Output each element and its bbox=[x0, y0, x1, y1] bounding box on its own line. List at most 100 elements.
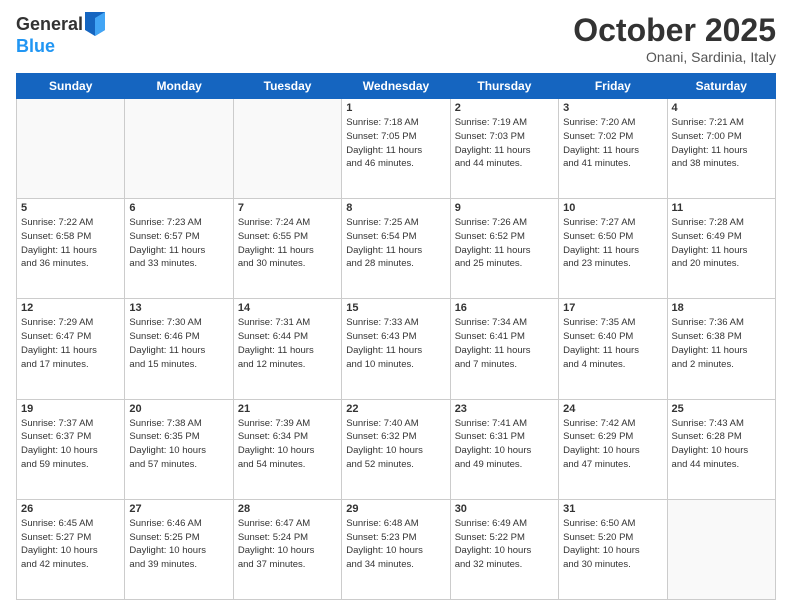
day-number: 2 bbox=[455, 102, 554, 114]
weekday-header-row: SundayMondayTuesdayWednesdayThursdayFrid… bbox=[17, 74, 776, 99]
calendar-day-cell bbox=[17, 99, 125, 199]
day-info: Sunrise: 7:31 AM Sunset: 6:44 PM Dayligh… bbox=[238, 316, 337, 371]
day-info: Sunrise: 7:41 AM Sunset: 6:31 PM Dayligh… bbox=[455, 417, 554, 472]
weekday-header: Saturday bbox=[667, 74, 775, 99]
day-info: Sunrise: 7:34 AM Sunset: 6:41 PM Dayligh… bbox=[455, 316, 554, 371]
page: General Blue October 2025 Onani, Sardini… bbox=[0, 0, 792, 612]
calendar-day-cell: 15Sunrise: 7:33 AM Sunset: 6:43 PM Dayli… bbox=[342, 299, 450, 399]
calendar-day-cell: 6 Sunrise: 7:23 AM Sunset: 6:57 PM Daylig… bbox=[125, 199, 233, 299]
calendar-week-row: 19 Sunrise: 7:37 AM Sunset: 6:37 PM Dayli… bbox=[17, 399, 776, 499]
day-info: Sunrise: 7:25 AM Sunset: 6:54 PM Dayligh… bbox=[346, 216, 445, 271]
day-number: 28 bbox=[238, 503, 337, 515]
day-info: Sunrise: 7:38 AM Sunset: 6:35 PM Dayligh… bbox=[129, 417, 228, 472]
weekday-header: Sunday bbox=[17, 74, 125, 99]
calendar-day-cell: 21 Sunrise: 7:39 AM Sunset: 6:34 PM Dayli… bbox=[233, 399, 341, 499]
day-info: Sunrise: 6:46 AM Sunset: 5:25 PM Dayligh… bbox=[129, 517, 228, 572]
day-info: Sunrise: 7:36 AM Sunset: 6:38 PM Dayligh… bbox=[672, 316, 771, 371]
day-info: Sunrise: 7:40 AM Sunset: 6:32 PM Dayligh… bbox=[346, 417, 445, 472]
calendar-day-cell: 10 Sunrise: 7:27 AM Sunset: 6:50 PM Dayli… bbox=[559, 199, 667, 299]
calendar-day-cell: 4 Sunrise: 7:21 AM Sunset: 7:00 PM Daylig… bbox=[667, 99, 775, 199]
logo-icon bbox=[85, 12, 105, 36]
header: General Blue October 2025 Onani, Sardini… bbox=[16, 12, 776, 65]
calendar-day-cell: 28Sunrise: 6:47 AM Sunset: 5:24 PM Dayli… bbox=[233, 499, 341, 599]
day-number: 1 bbox=[346, 102, 445, 114]
day-info: Sunrise: 7:18 AM Sunset: 7:05 PM Dayligh… bbox=[346, 116, 445, 171]
day-number: 23 bbox=[455, 403, 554, 415]
calendar-day-cell: 11 Sunrise: 7:28 AM Sunset: 6:49 PM Dayli… bbox=[667, 199, 775, 299]
day-number: 16 bbox=[455, 302, 554, 314]
day-number: 9 bbox=[455, 202, 554, 214]
day-number: 15 bbox=[346, 302, 445, 314]
calendar-day-cell: 26 Sunrise: 6:45 AM Sunset: 5:27 PM Dayli… bbox=[17, 499, 125, 599]
day-number: 11 bbox=[672, 202, 771, 214]
location-title: Onani, Sardinia, Italy bbox=[573, 49, 776, 65]
calendar-day-cell: 25 Sunrise: 7:43 AM Sunset: 6:28 PM Dayli… bbox=[667, 399, 775, 499]
calendar-day-cell: 22 Sunrise: 7:40 AM Sunset: 6:32 PM Dayli… bbox=[342, 399, 450, 499]
day-info: Sunrise: 7:28 AM Sunset: 6:49 PM Dayligh… bbox=[672, 216, 771, 271]
calendar-day-cell: 14 Sunrise: 7:31 AM Sunset: 6:44 PM Dayli… bbox=[233, 299, 341, 399]
day-info: Sunrise: 7:20 AM Sunset: 7:02 PM Dayligh… bbox=[563, 116, 662, 171]
logo-general: General bbox=[16, 14, 83, 35]
day-info: Sunrise: 7:24 AM Sunset: 6:55 PM Dayligh… bbox=[238, 216, 337, 271]
calendar-day-cell: 2 Sunrise: 7:19 AM Sunset: 7:03 PM Daylig… bbox=[450, 99, 558, 199]
calendar-day-cell: 24Sunrise: 7:42 AM Sunset: 6:29 PM Dayli… bbox=[559, 399, 667, 499]
day-info: Sunrise: 7:39 AM Sunset: 6:34 PM Dayligh… bbox=[238, 417, 337, 472]
calendar-table: SundayMondayTuesdayWednesdayThursdayFrid… bbox=[16, 73, 776, 600]
day-number: 17 bbox=[563, 302, 662, 314]
calendar-day-cell: 16 Sunrise: 7:34 AM Sunset: 6:41 PM Dayli… bbox=[450, 299, 558, 399]
day-number: 4 bbox=[672, 102, 771, 114]
day-info: Sunrise: 7:22 AM Sunset: 6:58 PM Dayligh… bbox=[21, 216, 120, 271]
day-number: 29 bbox=[346, 503, 445, 515]
calendar-day-cell: 3 Sunrise: 7:20 AM Sunset: 7:02 PM Daylig… bbox=[559, 99, 667, 199]
day-number: 21 bbox=[238, 403, 337, 415]
day-number: 14 bbox=[238, 302, 337, 314]
day-number: 20 bbox=[129, 403, 228, 415]
calendar-day-cell: 19 Sunrise: 7:37 AM Sunset: 6:37 PM Dayli… bbox=[17, 399, 125, 499]
day-number: 6 bbox=[129, 202, 228, 214]
day-number: 3 bbox=[563, 102, 662, 114]
day-info: Sunrise: 6:45 AM Sunset: 5:27 PM Dayligh… bbox=[21, 517, 120, 572]
title-block: October 2025 Onani, Sardinia, Italy bbox=[573, 12, 776, 65]
day-number: 18 bbox=[672, 302, 771, 314]
day-number: 8 bbox=[346, 202, 445, 214]
day-info: Sunrise: 7:26 AM Sunset: 6:52 PM Dayligh… bbox=[455, 216, 554, 271]
day-info: Sunrise: 7:21 AM Sunset: 7:00 PM Dayligh… bbox=[672, 116, 771, 171]
calendar-day-cell: 13Sunrise: 7:30 AM Sunset: 6:46 PM Dayli… bbox=[125, 299, 233, 399]
day-number: 22 bbox=[346, 403, 445, 415]
day-number: 10 bbox=[563, 202, 662, 214]
day-info: Sunrise: 6:49 AM Sunset: 5:22 PM Dayligh… bbox=[455, 517, 554, 572]
day-info: Sunrise: 6:50 AM Sunset: 5:20 PM Dayligh… bbox=[563, 517, 662, 572]
calendar-day-cell: 20 Sunrise: 7:38 AM Sunset: 6:35 PM Dayli… bbox=[125, 399, 233, 499]
calendar-day-cell: 30 Sunrise: 6:49 AM Sunset: 5:22 PM Dayli… bbox=[450, 499, 558, 599]
day-number: 24 bbox=[563, 403, 662, 415]
logo: General Blue bbox=[16, 12, 105, 57]
calendar-day-cell: 17 Sunrise: 7:35 AM Sunset: 6:40 PM Dayli… bbox=[559, 299, 667, 399]
calendar-day-cell: 5 Sunrise: 7:22 AM Sunset: 6:58 PM Daylig… bbox=[17, 199, 125, 299]
day-number: 26 bbox=[21, 503, 120, 515]
day-info: Sunrise: 6:48 AM Sunset: 5:23 PM Dayligh… bbox=[346, 517, 445, 572]
day-number: 27 bbox=[129, 503, 228, 515]
weekday-header: Friday bbox=[559, 74, 667, 99]
day-number: 25 bbox=[672, 403, 771, 415]
day-number: 7 bbox=[238, 202, 337, 214]
calendar-day-cell: 23 Sunrise: 7:41 AM Sunset: 6:31 PM Dayli… bbox=[450, 399, 558, 499]
day-number: 30 bbox=[455, 503, 554, 515]
calendar-day-cell: 7 Sunrise: 7:24 AM Sunset: 6:55 PM Daylig… bbox=[233, 199, 341, 299]
calendar-day-cell bbox=[667, 499, 775, 599]
day-info: Sunrise: 7:19 AM Sunset: 7:03 PM Dayligh… bbox=[455, 116, 554, 171]
day-info: Sunrise: 7:37 AM Sunset: 6:37 PM Dayligh… bbox=[21, 417, 120, 472]
weekday-header: Monday bbox=[125, 74, 233, 99]
day-info: Sunrise: 7:35 AM Sunset: 6:40 PM Dayligh… bbox=[563, 316, 662, 371]
day-info: Sunrise: 7:43 AM Sunset: 6:28 PM Dayligh… bbox=[672, 417, 771, 472]
weekday-header: Wednesday bbox=[342, 74, 450, 99]
calendar-week-row: 5 Sunrise: 7:22 AM Sunset: 6:58 PM Daylig… bbox=[17, 199, 776, 299]
day-info: Sunrise: 7:23 AM Sunset: 6:57 PM Dayligh… bbox=[129, 216, 228, 271]
calendar-week-row: 12Sunrise: 7:29 AM Sunset: 6:47 PM Dayli… bbox=[17, 299, 776, 399]
day-number: 19 bbox=[21, 403, 120, 415]
month-title: October 2025 bbox=[573, 12, 776, 49]
day-number: 5 bbox=[21, 202, 120, 214]
day-info: Sunrise: 7:29 AM Sunset: 6:47 PM Dayligh… bbox=[21, 316, 120, 371]
day-info: Sunrise: 7:27 AM Sunset: 6:50 PM Dayligh… bbox=[563, 216, 662, 271]
calendar-week-row: 26 Sunrise: 6:45 AM Sunset: 5:27 PM Dayli… bbox=[17, 499, 776, 599]
calendar-day-cell: 9 Sunrise: 7:26 AM Sunset: 6:52 PM Daylig… bbox=[450, 199, 558, 299]
